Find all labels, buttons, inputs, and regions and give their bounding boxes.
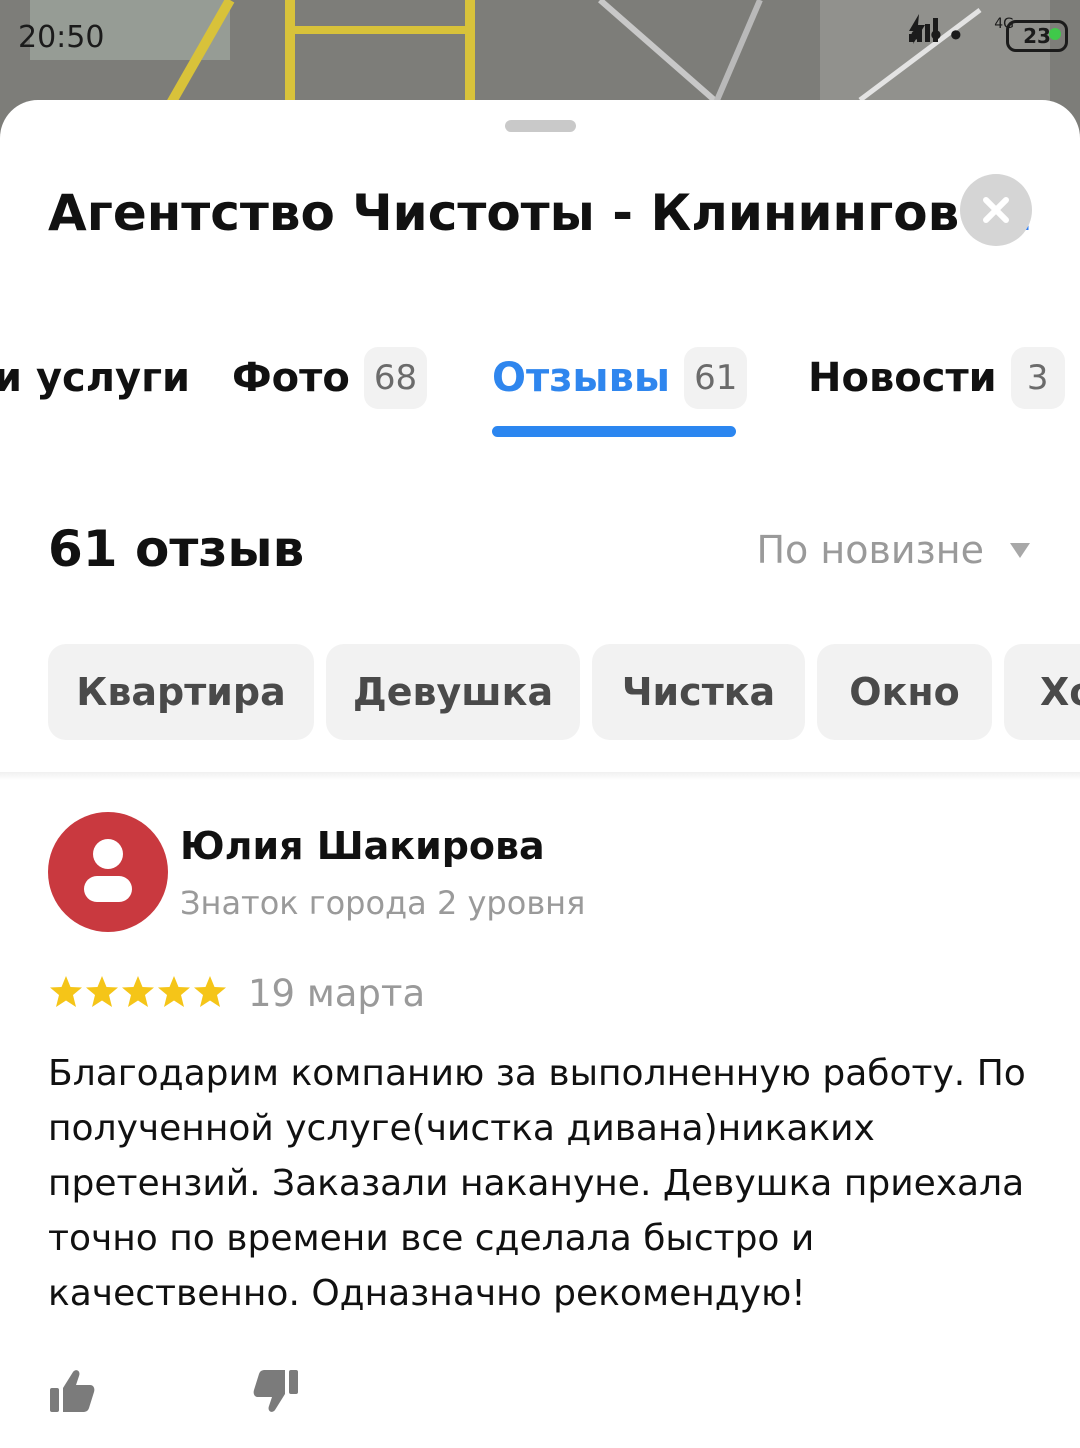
divider xyxy=(0,772,1080,780)
close-icon xyxy=(983,197,1009,223)
tab-count: 3 xyxy=(1010,347,1065,409)
review-text: Благодарим компанию за выполненную работ… xyxy=(48,1053,1026,1314)
reviews-count: 61 отзыв xyxy=(48,520,305,578)
star-icon xyxy=(122,976,154,1007)
thumbs-down-icon xyxy=(253,1370,298,1412)
tab-label: Отзывы xyxy=(492,355,671,401)
chip-tag[interactable]: Девушка xyxy=(326,644,580,740)
tab-label: и услуги xyxy=(0,355,191,401)
thumbs-up-icon xyxy=(50,1370,95,1412)
star-icon xyxy=(50,976,82,1007)
dislike-button[interactable] xyxy=(252,1368,300,1418)
page-title: Агентство Чистоты - Клинингов ... xyxy=(48,184,1034,242)
charging-icon xyxy=(908,14,925,44)
place-card-sheet: Агентство Чистоты - Клинингов ... и услу… xyxy=(0,100,1080,1448)
chip-tag[interactable]: Хо xyxy=(1004,644,1080,740)
status-icons: ••• 4G 23 xyxy=(907,14,1068,58)
review-date: 19 марта xyxy=(248,972,426,1015)
tab-count: 68 xyxy=(363,347,428,409)
chevron-down-icon xyxy=(1010,543,1030,558)
battery-icon: 23 xyxy=(1006,20,1068,52)
close-button[interactable] xyxy=(960,174,1032,246)
title-text: Агентство Чистоты - Клинингов xyxy=(48,184,960,242)
active-tab-indicator xyxy=(492,426,736,437)
tab-label: Фото xyxy=(232,355,350,401)
tab-news[interactable]: Новости 3 xyxy=(808,346,1065,410)
battery-level: 23 xyxy=(1023,24,1051,48)
chip-tag[interactable]: Квартира xyxy=(48,644,314,740)
tab-reviews[interactable]: Отзывы 61 xyxy=(492,346,748,410)
chip-tag[interactable]: Окно xyxy=(817,644,992,740)
status-time: 20:50 xyxy=(18,20,105,55)
author-level: Знаток города 2 уровня xyxy=(180,884,586,922)
tab-photos[interactable]: Фото 68 xyxy=(232,346,428,410)
like-button[interactable] xyxy=(48,1368,96,1418)
sort-label: По новизне xyxy=(756,528,984,572)
chip-tag[interactable]: Чистка xyxy=(592,644,805,740)
star-icon xyxy=(158,976,190,1007)
status-bar: 20:50 ••• 4G 23 xyxy=(0,0,1080,72)
author-name[interactable]: Юлия Шакирова xyxy=(180,824,545,868)
avatar[interactable] xyxy=(48,812,168,932)
sheet-grabber[interactable] xyxy=(505,120,576,132)
sort-dropdown[interactable]: По новизне xyxy=(756,528,1032,572)
tab-label: Новости xyxy=(808,355,997,401)
star-icon xyxy=(194,976,226,1007)
user-icon xyxy=(84,839,132,902)
rating-stars xyxy=(48,972,228,1012)
tab-count: 61 xyxy=(684,347,748,409)
tab-services[interactable]: и услуги xyxy=(0,346,190,410)
review-tags: Квартира Девушка Чистка Окно Хо xyxy=(0,644,1080,742)
star-icon xyxy=(86,976,118,1007)
